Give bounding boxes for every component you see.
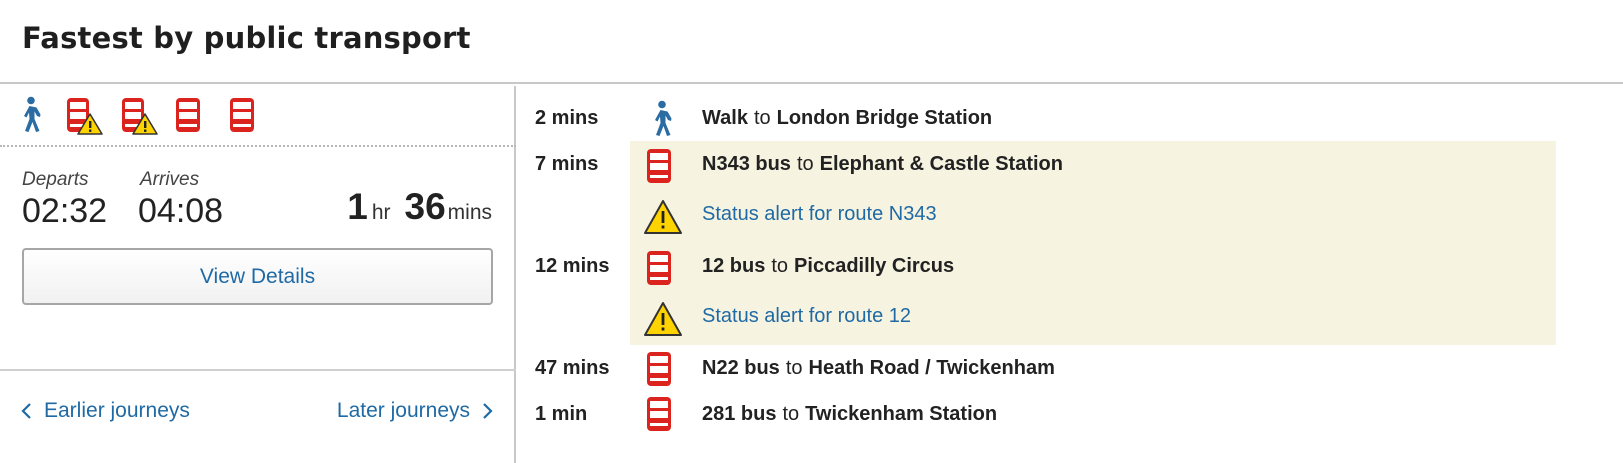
- walk-icon: [645, 100, 679, 140]
- leg-service: Walk: [702, 107, 748, 129]
- view-details-button[interactable]: View Details: [22, 248, 493, 305]
- later-journeys-link[interactable]: Later journeys: [337, 399, 494, 423]
- leg-duration: 1 min: [535, 403, 588, 425]
- bus-alert-icon: [64, 96, 104, 135]
- bus-icon: [228, 96, 262, 134]
- earlier-journeys-link[interactable]: Earlier journeys: [20, 399, 190, 423]
- chevron-right-icon: [482, 402, 494, 420]
- results-header: Fastest by public transport: [0, 0, 1623, 84]
- leg-connector: to: [771, 255, 789, 277]
- arrives-time: 04:08: [138, 192, 224, 230]
- page-title: Fastest by public transport: [22, 21, 471, 55]
- earlier-journeys-label: Earlier journeys: [44, 399, 190, 422]
- leg-description: Walk to London Bridge Station: [702, 107, 992, 130]
- journey-results: Fastest by public transport Departs Arri…: [0, 0, 1623, 463]
- later-journeys-label: Later journeys: [336, 399, 470, 422]
- leg-service: N343 bus: [702, 153, 791, 175]
- leg-connector: to: [785, 357, 803, 379]
- warning-icon: [643, 199, 683, 239]
- bus-alert-icon: [119, 96, 159, 135]
- leg-connector: to: [782, 403, 800, 425]
- leg-duration: 12 mins: [535, 255, 610, 277]
- warning-icon: [643, 301, 683, 341]
- bus-icon: [174, 96, 208, 134]
- leg-destination: Heath Road / Twickenham: [808, 357, 1055, 379]
- leg-service: 281 bus: [702, 403, 777, 425]
- journey-duration: 1 hr 36 mins: [347, 186, 492, 228]
- leg-duration: 7 mins: [535, 153, 599, 175]
- status-alert-link-n343[interactable]: Status alert for route N343: [702, 203, 937, 226]
- leg-service: 12 bus: [702, 255, 766, 277]
- chevron-left-icon: [20, 402, 32, 420]
- duration-hours: 1: [347, 186, 368, 227]
- departs-time: 02:32: [22, 192, 108, 230]
- bus-icon: [645, 350, 679, 390]
- leg-connector: to: [753, 107, 771, 129]
- journey-navigation: Earlier journeys Later journeys: [0, 369, 516, 463]
- arrives-label: Arrives: [140, 169, 200, 190]
- leg-destination: Elephant & Castle Station: [819, 153, 1063, 175]
- duration-minutes-unit: mins: [447, 201, 492, 224]
- status-alert-link-12[interactable]: Status alert for route 12: [702, 305, 911, 328]
- journey-legs-panel: 2 mins Walk to London Bridge Station 7 min…: [518, 86, 1623, 463]
- bus-icon: [645, 147, 679, 187]
- duration-minutes: 36: [404, 186, 446, 227]
- leg-destination: London Bridge Station: [776, 107, 993, 129]
- duration-hours-unit: hr: [371, 201, 391, 224]
- leg-connector: to: [796, 153, 814, 175]
- leg-description: N343 bus to Elephant & Castle Station: [702, 153, 1063, 176]
- leg-description: 12 bus to Piccadilly Circus: [702, 255, 954, 278]
- leg-duration: 47 mins: [535, 357, 610, 379]
- leg-service: N22 bus: [702, 357, 780, 379]
- mode-icons-row: [0, 86, 516, 147]
- journey-summary-panel: Departs Arrives 02:32 04:08 1 hr 36 mins…: [0, 86, 516, 463]
- leg-description: 281 bus to Twickenham Station: [702, 403, 997, 426]
- leg-description: N22 bus to Heath Road / Twickenham: [702, 357, 1055, 380]
- bus-icon: [645, 249, 679, 289]
- walk-icon: [14, 96, 48, 134]
- leg-destination: Piccadilly Circus: [794, 255, 955, 277]
- bus-icon: [645, 395, 679, 435]
- leg-destination: Twickenham Station: [805, 403, 998, 425]
- departs-label: Departs: [22, 169, 89, 190]
- leg-duration: 2 mins: [535, 107, 599, 129]
